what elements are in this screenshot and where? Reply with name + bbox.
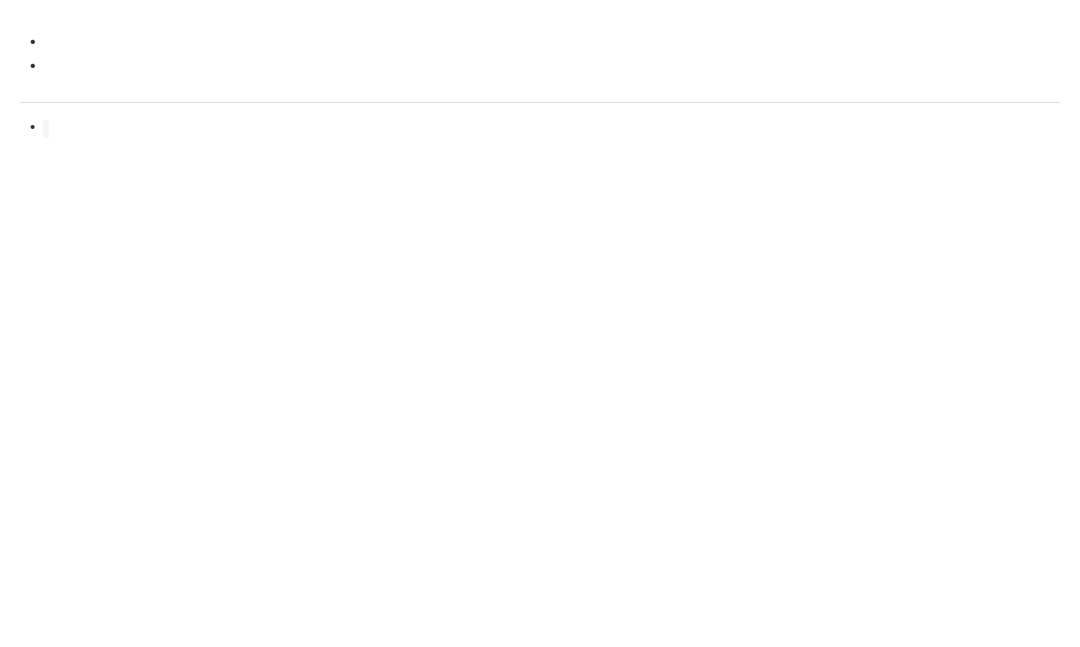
- delimiter-list: [20, 119, 1060, 137]
- tactic-1-section: [20, 119, 1060, 137]
- delimiter-item: [30, 119, 1060, 137]
- principle-2: [30, 58, 1060, 76]
- tactics-heading: [20, 96, 1060, 103]
- principle-1: [30, 34, 1060, 52]
- principles-list: [20, 34, 1060, 76]
